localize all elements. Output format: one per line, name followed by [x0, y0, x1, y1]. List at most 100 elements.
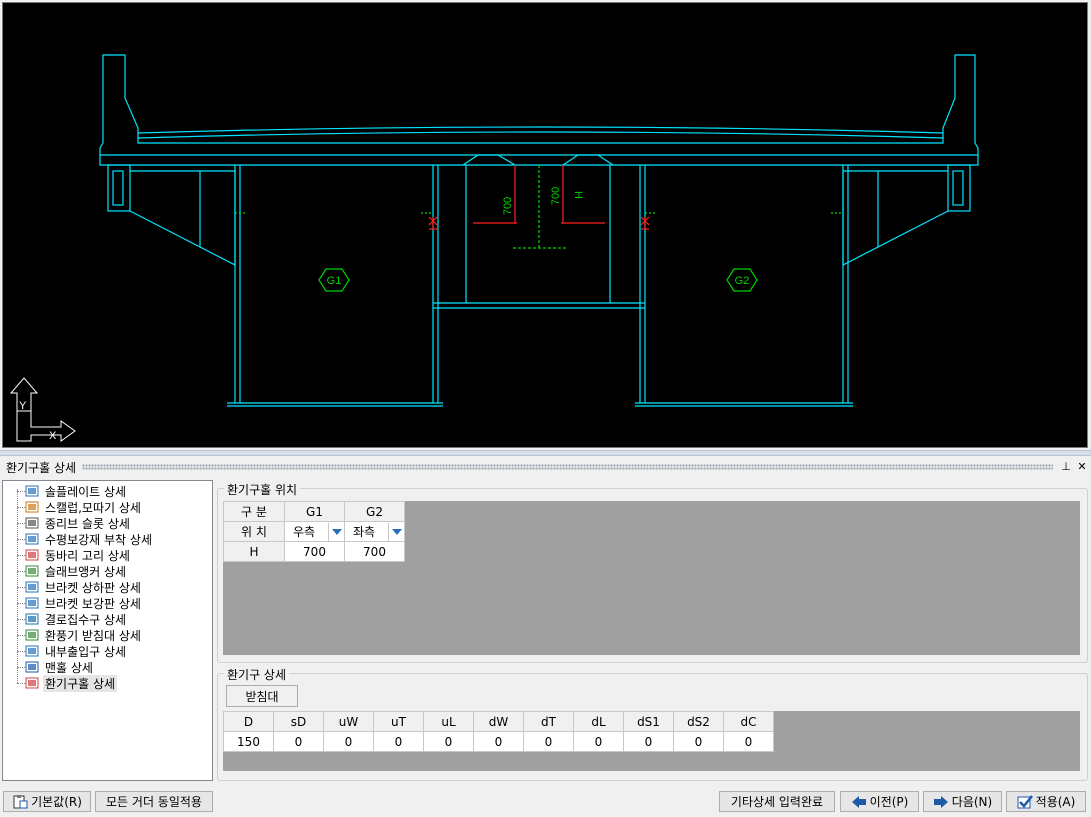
vent-detail-group: 환기구 상세 받침대 DsD uW uT uL dW dT dL dS1 dS2 dC 150 0 0…	[217, 666, 1088, 781]
detail-value-cell[interactable]: 0	[373, 731, 424, 752]
bracket-plate-icon	[25, 596, 39, 610]
tree-item[interactable]: 맨홀 상세	[13, 659, 95, 675]
tree-item-label: 수평보강재 부착 상세	[45, 532, 152, 547]
hook-icon	[25, 548, 39, 562]
detail-value-cell[interactable]: 0	[273, 731, 324, 752]
tree-item-label: 환기구홀 상세	[43, 674, 118, 692]
g2-label: G2	[735, 275, 750, 287]
panel-grip	[82, 464, 1053, 470]
prev-button-label: 이전(P)	[869, 795, 909, 809]
tree-item-label: 종리브 슬롯 상세	[45, 516, 130, 531]
tree-item-label: 환풍기 받침대 상세	[45, 628, 141, 643]
checkmark-icon	[1017, 794, 1033, 809]
header-g1: G1	[284, 501, 345, 522]
detail-header: dC	[723, 711, 774, 732]
tree-item[interactable]: 결로집수구 상세	[13, 611, 128, 627]
detail-value-cell[interactable]: 150	[223, 731, 274, 752]
apply-button[interactable]: 적용(A)	[1006, 791, 1086, 812]
tree-item-label: 슬래브앵커 상세	[45, 564, 127, 579]
next-button[interactable]: 다음(N)	[923, 791, 1002, 812]
panel-title: 환기구홀 상세	[6, 460, 77, 475]
position-select-g2[interactable]: 좌측	[344, 521, 405, 542]
position-table: 구 분 G1 G2 위 치 우측 좌측 H 700 700	[223, 501, 405, 562]
next-button-label: 다음(N)	[951, 795, 993, 809]
position-value-g1: 우측	[293, 525, 316, 539]
detail-value-cell[interactable]: 0	[323, 731, 374, 752]
row-position-label: 위 치	[223, 521, 285, 542]
apply-button-label: 적용(A)	[1035, 795, 1076, 809]
view-splitter[interactable]	[0, 450, 1091, 456]
tree-item-label: 스캘럽,모따기 상세	[45, 500, 141, 515]
detail-header: D	[223, 711, 274, 732]
tree-item-label: 맨홀 상세	[45, 660, 93, 675]
detail-value-cell[interactable]: 0	[623, 731, 674, 752]
detail-header: dT	[523, 711, 574, 732]
girder-section-drawing: G1 G2 700 700 H Y X	[9, 54, 979, 442]
tree-item[interactable]: 솔플레이트 상세	[13, 483, 128, 499]
default-button-label: 기본값(R)	[31, 795, 82, 809]
dropdown-arrow-icon[interactable]	[388, 522, 404, 541]
dimension-label-right: 700	[550, 187, 562, 205]
tree-item[interactable]: 브라켓 보강판 상세	[13, 595, 143, 611]
arrow-right-icon	[933, 795, 949, 809]
detail-header: dW	[473, 711, 524, 732]
h-value-g1[interactable]: 700	[284, 541, 345, 562]
finish-input-label: 기타상세 입력완료	[730, 795, 824, 809]
access-icon	[25, 644, 39, 658]
vent-hole-icon	[25, 676, 39, 690]
detail-value-cell[interactable]: 0	[423, 731, 474, 752]
header-g2: G2	[344, 501, 405, 522]
tree-item-label: 솔플레이트 상세	[45, 484, 127, 499]
g1-label: G1	[327, 275, 342, 287]
arrow-left-icon	[851, 795, 867, 809]
detail-header: dS2	[673, 711, 724, 732]
detail-header: dS1	[623, 711, 674, 732]
fan-support-icon	[25, 628, 39, 642]
tree-item[interactable]: 동바리 고리 상세	[13, 547, 132, 563]
tree-item-label: 동바리 고리 상세	[45, 548, 130, 563]
cad-viewport[interactable]: G1 G2 700 700 H Y X	[2, 2, 1088, 448]
scallop-icon	[25, 500, 39, 514]
tree-item[interactable]: 환풍기 받침대 상세	[13, 627, 143, 643]
dimension-label-left: 700	[502, 197, 514, 215]
pin-icon[interactable]: ⊥	[1059, 460, 1073, 474]
tree-item[interactable]: 슬래브앵커 상세	[13, 563, 128, 579]
prev-button[interactable]: 이전(P)	[840, 791, 919, 812]
detail-tree[interactable]: 솔플레이트 상세 스캘럽,모따기 상세 종리브 슬롯 상세 수평보강재 부착 상세 동바…	[2, 480, 213, 781]
tree-item[interactable]: 브라켓 상하판 상세	[13, 579, 143, 595]
detail-grid: DsD uW uT uL dW dT dL dS1 dS2 dC 150 0 0 0 0 0 0 0 0 0 0	[223, 711, 1080, 771]
close-icon[interactable]: ✕	[1075, 460, 1089, 474]
tree-item[interactable]: 환기구홀 상세	[13, 674, 118, 692]
detail-value-cell[interactable]: 0	[723, 731, 774, 752]
position-value-g2: 좌측	[353, 525, 376, 539]
manhole-icon	[25, 660, 39, 674]
tree-item[interactable]: 수평보강재 부착 상세	[13, 531, 154, 547]
axis-x-label: X	[49, 430, 57, 442]
stiffener-icon	[25, 532, 39, 546]
support-tab-button[interactable]: 받침대	[226, 685, 298, 707]
tree-item-label: 브라켓 상하판 상세	[45, 580, 141, 595]
apply-all-girders-button[interactable]: 모든 거더 동일적용	[95, 791, 213, 812]
finish-input-button[interactable]: 기타상세 입력완료	[719, 791, 835, 812]
bracket-flange-icon	[25, 580, 39, 594]
drain-icon	[25, 612, 39, 626]
sole-plate-icon	[25, 484, 39, 498]
default-button[interactable]: 기본값(R)	[3, 791, 91, 812]
h-value-g2[interactable]: 700	[344, 541, 405, 562]
detail-value-cell[interactable]: 0	[523, 731, 574, 752]
detail-value-cell[interactable]: 0	[473, 731, 524, 752]
tree-item[interactable]: 스캘럽,모따기 상세	[13, 499, 143, 515]
detail-header: dL	[573, 711, 624, 732]
detail-table: DsD uW uT uL dW dT dL dS1 dS2 dC 150 0 0 0 0 0 0 0 0 0 0	[223, 711, 774, 752]
tree-item[interactable]: 종리브 슬롯 상세	[13, 515, 132, 531]
rib-slot-icon	[25, 516, 39, 530]
detail-value-cell[interactable]: 0	[573, 731, 624, 752]
position-select-g1[interactable]: 우측	[284, 521, 345, 542]
dropdown-arrow-icon[interactable]	[328, 522, 344, 541]
tree-item[interactable]: 내부출입구 상세	[13, 643, 128, 659]
axis-y-label: Y	[19, 400, 27, 412]
detail-header: sD	[273, 711, 324, 732]
vent-position-group: 환기구홀 위치 구 분 G1 G2 위 치 우측 좌측 H 700 700	[217, 481, 1088, 663]
detail-value-cell[interactable]: 0	[673, 731, 724, 752]
vent-detail-title: 환기구 상세	[224, 666, 290, 683]
